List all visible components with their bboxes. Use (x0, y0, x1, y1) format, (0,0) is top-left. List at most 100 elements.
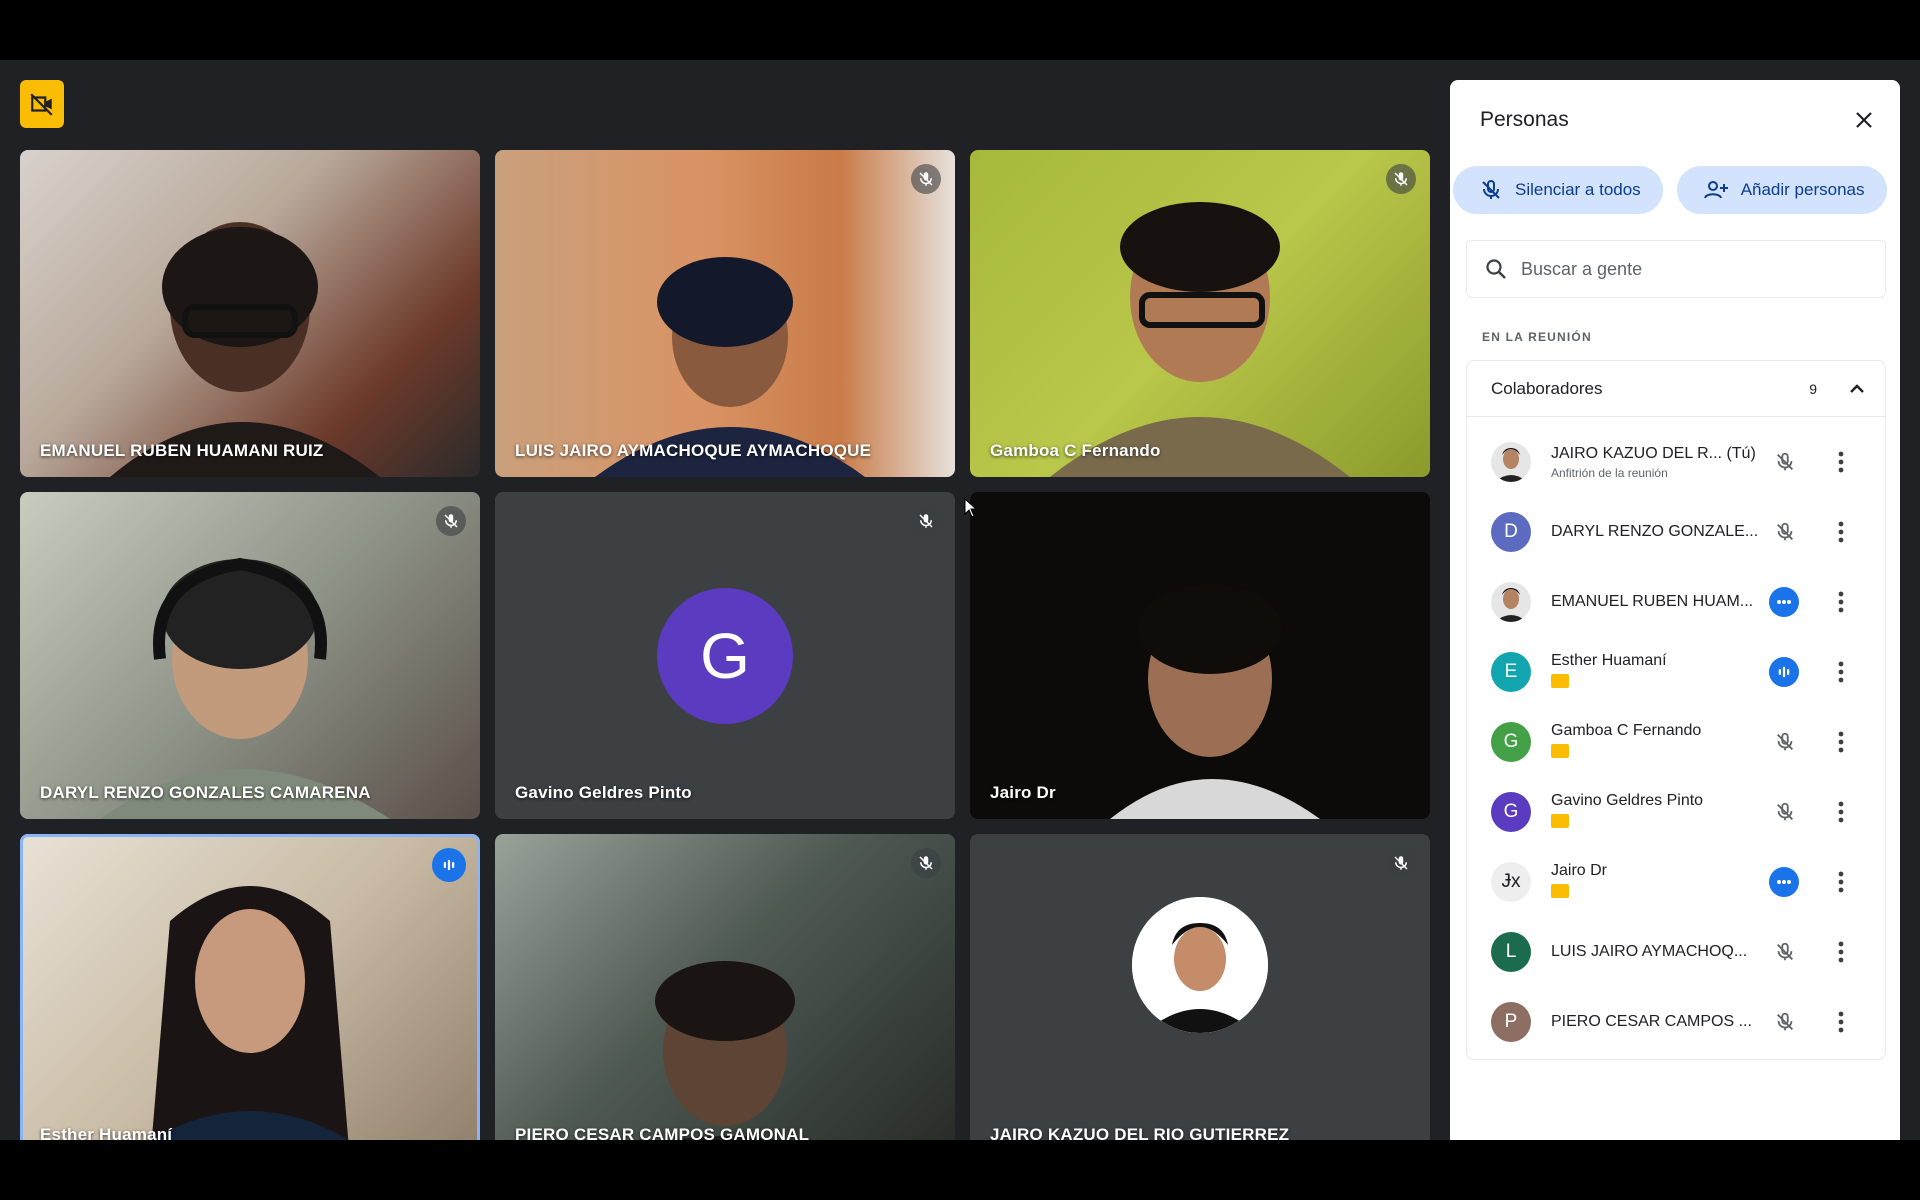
participant-avatar (1132, 896, 1268, 1033)
search-box[interactable] (1466, 240, 1886, 298)
mute-all-button[interactable]: Silenciar a todos (1453, 166, 1663, 214)
participant-role: Anfitrión de la reunión (1551, 465, 1668, 480)
more-options-icon[interactable] (1825, 866, 1857, 898)
mic-off-icon (1386, 164, 1416, 194)
participant-avatar: E (1491, 652, 1531, 692)
participant-name: EMANUEL RUBEN HUAM... (1551, 593, 1754, 610)
audio-dots-icon[interactable] (1769, 867, 1799, 897)
mic-off-icon[interactable] (1769, 936, 1801, 968)
search-icon (1486, 259, 1506, 279)
more-options-icon[interactable] (1825, 1006, 1857, 1038)
participant-video (1110, 584, 1320, 819)
mic-off-icon (911, 848, 941, 878)
mic-off-icon[interactable] (1769, 726, 1801, 758)
participant-name: LUIS JAIRO AYMACHOQ... (1551, 943, 1748, 960)
panel-title: Personas (1480, 108, 1569, 131)
participant-avatar (1491, 442, 1531, 482)
participant-name: Esther Huamaní (1551, 651, 1667, 669)
mic-off-icon[interactable] (1769, 796, 1801, 828)
close-button[interactable] (1848, 104, 1880, 136)
meeting-stage: EMANUEL RUBEN HUAMANI RUIZ LUIS JAIRO AY… (0, 60, 1920, 1140)
video-tile[interactable]: Gamboa C Fernando (970, 150, 1430, 477)
section-label: EN LA REUNIÓN (1482, 330, 1592, 344)
participant-name: Gamboa C Fernando (1551, 721, 1702, 739)
video-tile[interactable]: EMANUEL RUBEN HUAMANI RUIZ (20, 150, 480, 477)
participant-name: DARYL RENZO GONZALES CAMARENA (40, 783, 371, 802)
participant-row[interactable]: JAIRO KAZUO DEL R... (Tú) Anfitrión de la… (1467, 427, 1885, 497)
participant-row[interactable]: P PIERO CESAR CAMPOS ... (1467, 987, 1885, 1057)
mic-off-icon (911, 164, 941, 194)
participant-row[interactable]: G Gamboa C Fernando (1467, 707, 1885, 777)
participant-row[interactable]: Ɉx Jairo Dr (1467, 847, 1885, 917)
participant-row[interactable]: E Esther Huamaní (1467, 637, 1885, 707)
video-tile[interactable]: JAIRO KAZUO DEL RIO GUTIERREZ (970, 834, 1430, 1140)
participant-video (655, 961, 795, 1140)
mouse-cursor-icon (964, 498, 978, 518)
more-options-icon[interactable] (1825, 726, 1857, 758)
group-label: Colaboradores (1491, 378, 1603, 398)
video-tile[interactable]: PIERO CESAR CAMPOS GAMONAL (495, 834, 955, 1140)
participant-name: LUIS JAIRO AYMACHOQUE AYMACHOQUE (515, 441, 872, 460)
camera-off-badge-icon (1551, 883, 1569, 898)
participant-name: JAIRO KAZUO DEL R... (Tú) (1551, 444, 1756, 462)
video-tile[interactable]: LUIS JAIRO AYMACHOQUE AYMACHOQUE (495, 150, 955, 477)
participant-video (1050, 202, 1350, 477)
participant-name: EMANUEL RUBEN HUAMANI RUIZ (40, 441, 324, 460)
participant-video (100, 557, 390, 819)
panel-header: Personas (1480, 100, 1880, 140)
video-tile[interactable]: Jairo Dr (970, 492, 1430, 819)
mute-all-label: Silenciar a todos (1515, 180, 1641, 199)
participant-avatar: D (1491, 512, 1531, 552)
search-input[interactable] (1521, 258, 1861, 280)
mic-off-icon (436, 506, 466, 536)
more-options-icon[interactable] (1825, 796, 1857, 828)
participant-row[interactable]: G Gavino Geldres Pinto (1467, 777, 1885, 847)
more-options-icon[interactable] (1825, 446, 1857, 478)
participants-group: Colaboradores 9 JAIRO KAZUO DEL R... (Tú… (1466, 360, 1886, 1060)
more-options-icon[interactable] (1825, 656, 1857, 688)
video-tile[interactable]: DARYL RENZO GONZALES CAMARENA (20, 492, 480, 819)
people-panel: Personas Silenciar a todos Añadir person… (1450, 80, 1900, 1140)
more-options-icon[interactable] (1825, 936, 1857, 968)
participant-avatar: Ɉx (1491, 862, 1531, 902)
more-options-icon[interactable] (1825, 586, 1857, 618)
participant-avatar: G (1491, 792, 1531, 832)
more-options-icon[interactable] (1825, 516, 1857, 548)
audio-dots-icon[interactable] (1769, 587, 1799, 617)
group-header[interactable]: Colaboradores 9 (1467, 361, 1885, 417)
video-tile[interactable]: G Gavino Geldres Pinto (495, 492, 955, 819)
participant-info: EMANUEL RUBEN HUAM... (1551, 593, 1766, 611)
participant-video (151, 886, 349, 1140)
camera-off-badge-icon (1551, 743, 1569, 758)
add-people-button[interactable]: Añadir personas (1676, 166, 1887, 214)
camera-off-icon[interactable] (20, 80, 64, 128)
mic-off-icon[interactable] (1769, 1006, 1801, 1038)
participant-info: PIERO CESAR CAMPOS ... (1551, 1013, 1766, 1031)
mic-off-icon[interactable] (1769, 446, 1801, 478)
participant-name: DARYL RENZO GONZALE... (1551, 523, 1759, 540)
add-person-icon (1703, 181, 1728, 199)
panel-actions: Silenciar a todos Añadir personas (1453, 166, 1887, 214)
participant-avatar: G (1491, 722, 1531, 762)
participant-row[interactable]: L LUIS JAIRO AYMACHOQ... (1467, 917, 1885, 987)
letterbox-bar (0, 1140, 1920, 1200)
participant-row[interactable]: EMANUEL RUBEN HUAM... (1467, 567, 1885, 637)
mic-off-icon (1386, 848, 1416, 878)
participant-avatar: G (657, 587, 793, 724)
participant-name: Gamboa C Fernando (990, 441, 1161, 460)
participant-name: PIERO CESAR CAMPOS ... (1551, 1013, 1752, 1030)
group-count: 9 (1809, 380, 1817, 397)
speaking-indicator-icon[interactable] (1769, 657, 1799, 687)
participant-name: Gavino Geldres Pinto (515, 783, 692, 802)
camera-off-badge-icon (1551, 813, 1569, 828)
participant-avatar: L (1491, 932, 1531, 972)
participant-avatar (1491, 582, 1531, 622)
participant-row[interactable]: D DARYL RENZO GONZALE... (1467, 497, 1885, 567)
mic-off-icon[interactable] (1769, 516, 1801, 548)
participant-name: Gavino Geldres Pinto (1551, 791, 1704, 809)
participant-info: Gamboa C Fernando (1551, 722, 1766, 763)
video-tile[interactable]: Esther Huamaní (20, 834, 480, 1140)
participant-info: JAIRO KAZUO DEL R... (Tú) Anfitrión de la… (1551, 445, 1766, 480)
speaking-indicator-icon (432, 848, 466, 882)
participant-avatar: P (1491, 1002, 1531, 1042)
